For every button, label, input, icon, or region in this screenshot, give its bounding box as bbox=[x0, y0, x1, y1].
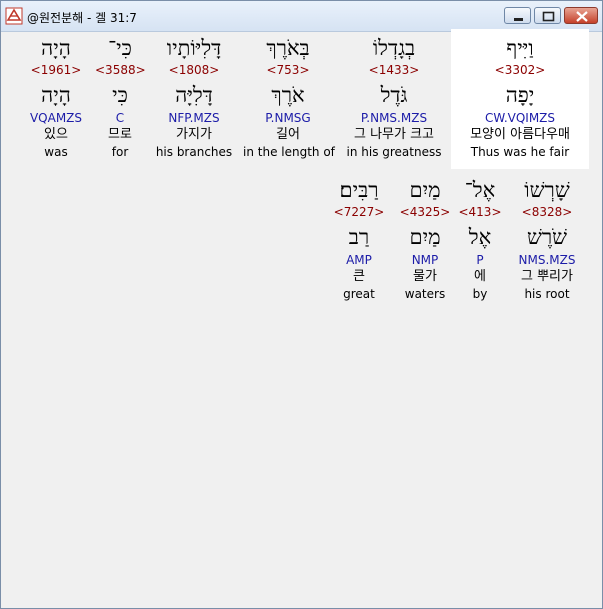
close-button[interactable] bbox=[564, 7, 598, 24]
strong-number-link[interactable]: <8328> bbox=[509, 204, 585, 220]
word-card[interactable]: כִּי־ <3588> כִּי C 므로 for bbox=[95, 34, 146, 160]
strong-number-link[interactable]: <1808> bbox=[153, 62, 235, 78]
word-card[interactable]: מַיִם <4325> מַיִם NMP 물가 waters bbox=[399, 176, 451, 302]
english-gloss: waters bbox=[404, 287, 446, 301]
strong-number-link[interactable]: <3302> bbox=[451, 62, 589, 78]
korean-gloss: 에 bbox=[474, 269, 486, 284]
korean-gloss: 있으 bbox=[44, 127, 68, 142]
parsing-code: AMP bbox=[346, 253, 372, 267]
strong-number-link[interactable]: <413> bbox=[455, 204, 505, 220]
english-gloss: Thus was he fair bbox=[470, 145, 570, 159]
english-gloss: in the length of bbox=[243, 145, 335, 159]
strong-number-link[interactable]: <1433> bbox=[341, 62, 447, 78]
strong-number-link[interactable]: <7227> bbox=[327, 204, 391, 220]
korean-gloss: 길어 bbox=[276, 127, 300, 142]
strong-number-link[interactable]: <4325> bbox=[399, 204, 451, 220]
word-card[interactable]: בְּאֹרֶךְ <753> אֹרֶךְ P.NMSG 길어 in the … bbox=[243, 34, 335, 160]
bible-app-icon bbox=[5, 7, 23, 25]
hebrew-word: בְגָדְלוֹ bbox=[372, 36, 416, 60]
korean-gloss: 모양이 아름다우매 bbox=[470, 127, 570, 142]
english-gloss: in his greatness bbox=[346, 145, 442, 159]
parsing-code: VQAMZS bbox=[29, 111, 83, 125]
window-title: @원전분해 - 겔 31:7 bbox=[27, 11, 137, 25]
hebrew-word: אֶל־ bbox=[464, 178, 496, 202]
lemma: כִּי bbox=[112, 83, 128, 107]
parsing-code: P.NMSG bbox=[265, 111, 311, 125]
parsing-code: NMP bbox=[411, 253, 439, 267]
hebrew-word: כִּי־ bbox=[108, 36, 132, 60]
word-card[interactable]: בְגָדְלוֹ <1433> גֹּדֶל P.NMS.MZS 그 나무가 … bbox=[341, 34, 447, 160]
parsing-code: C bbox=[115, 111, 125, 125]
strong-number-link[interactable]: <753> bbox=[243, 62, 333, 78]
english-gloss: for bbox=[111, 145, 129, 159]
hebrew-word: שָׁרְשׁוֹ bbox=[524, 178, 570, 202]
parsing-code: NFP.MZS bbox=[168, 111, 220, 125]
lemma: שֹׁרֶשׁ bbox=[526, 225, 568, 249]
korean-gloss: 가지가 bbox=[176, 127, 212, 142]
english-gloss: his root bbox=[524, 287, 570, 301]
hebrew-word: רַבִּים׃ bbox=[339, 178, 379, 202]
hebrew-word: דָּלִיּוֹתָיו bbox=[166, 36, 222, 60]
korean-gloss: 그 뿌리가 bbox=[521, 269, 573, 284]
word-card[interactable]: וַיִּיף <3302> יָפָה CW.VQIMZS 모양이 아름다우매… bbox=[451, 34, 589, 160]
lemma: דָּלִיָּה bbox=[175, 83, 213, 107]
korean-gloss: 그 나무가 크고 bbox=[353, 127, 435, 142]
english-gloss: his branches bbox=[155, 145, 233, 159]
parsing-code: P.NMS.MZS bbox=[360, 111, 428, 125]
lemma: הָיָה bbox=[41, 83, 71, 107]
lemma: אֹרֶךְ bbox=[271, 83, 305, 107]
lemma: יָפָה bbox=[505, 83, 535, 107]
lemma: אֶל bbox=[468, 225, 492, 249]
hebrew-word: הָיָה bbox=[41, 36, 71, 60]
minimize-icon bbox=[514, 18, 523, 21]
parsing-code: P bbox=[476, 253, 484, 267]
strong-number-link[interactable]: <1961> bbox=[27, 62, 85, 78]
lemma: רַב bbox=[348, 225, 370, 249]
interlinear-panel: וַיִּיף <3302> יָפָה CW.VQIMZS 모양이 아름다우매… bbox=[3, 29, 600, 606]
hebrew-word: וַיִּיף bbox=[506, 36, 534, 60]
lemma: מַיִם bbox=[409, 225, 441, 249]
english-gloss: great bbox=[343, 287, 375, 301]
word-card[interactable]: דָּלִיּוֹתָיו <1808> דָּלִיָּה NFP.MZS 가… bbox=[153, 34, 235, 160]
word-card[interactable]: רַבִּים׃ <7227> רַב AMP 큰 great bbox=[327, 176, 391, 302]
lemma: גֹּדֶל bbox=[380, 83, 408, 107]
parsing-code: NMS.MZS bbox=[518, 253, 576, 267]
app-window: @원전분해 - 겔 31:7 וַיִּיף <3302> יָפָה CW.V… bbox=[0, 0, 603, 609]
english-gloss: by bbox=[472, 287, 488, 301]
korean-gloss: 므로 bbox=[108, 127, 132, 142]
close-icon bbox=[576, 11, 588, 22]
strong-number-link[interactable]: <3588> bbox=[95, 62, 146, 78]
hebrew-word: מַיִם bbox=[409, 178, 441, 202]
english-gloss: was bbox=[44, 145, 68, 159]
word-card[interactable]: שָׁרְשׁוֹ <8328> שֹׁרֶשׁ NMS.MZS 그 뿌리가 h… bbox=[509, 176, 585, 302]
parsing-code: CW.VQIMZS bbox=[484, 111, 556, 125]
hebrew-word: בְּאֹרֶךְ bbox=[266, 36, 310, 60]
minimize-button[interactable] bbox=[504, 7, 531, 24]
korean-gloss: 물가 bbox=[413, 269, 437, 284]
korean-gloss: 큰 bbox=[353, 269, 365, 284]
maximize-icon bbox=[542, 11, 555, 22]
title-bar[interactable]: @원전분해 - 겔 31:7 bbox=[1, 1, 602, 32]
word-card[interactable]: אֶל־ <413> אֶל P 에 by bbox=[455, 176, 505, 302]
word-card[interactable]: הָיָה <1961> הָיָה VQAMZS 있으 was bbox=[27, 34, 85, 160]
maximize-button[interactable] bbox=[534, 7, 561, 24]
